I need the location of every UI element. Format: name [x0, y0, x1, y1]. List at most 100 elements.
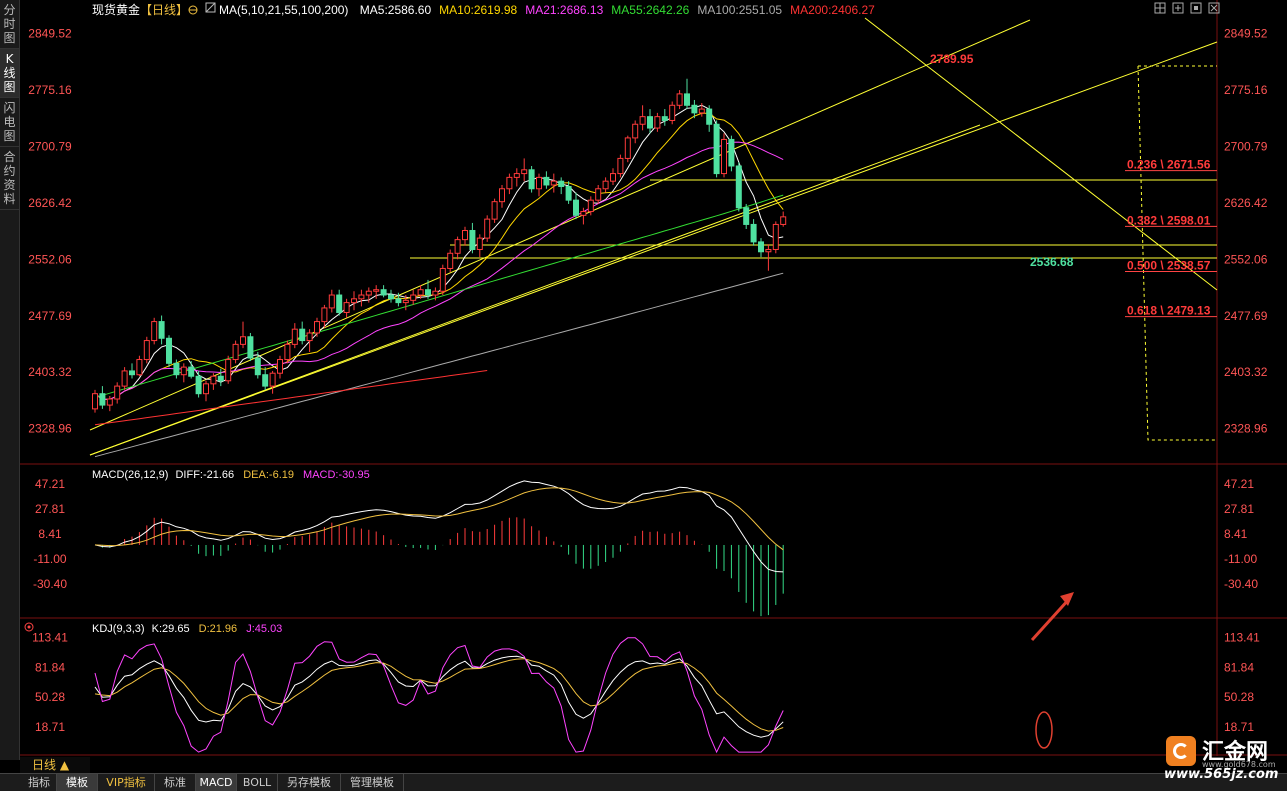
candle [676, 93, 683, 106]
candle [306, 332, 313, 342]
candle [291, 328, 298, 345]
candle [543, 176, 550, 186]
zoom-icon[interactable] [1172, 2, 1184, 14]
candle [506, 176, 513, 190]
candle [277, 359, 283, 374]
kdj-y-tick: 113.41 [1224, 631, 1260, 645]
y-tick-label-left: 2552.06 [28, 252, 72, 266]
candle [166, 337, 172, 364]
period-selector[interactable]: 日线 ▲ [20, 757, 90, 773]
candle [240, 336, 246, 345]
kdj-k-line [94, 655, 784, 738]
y-tick-label: 2849.52 [1224, 27, 1268, 41]
tab-indicators[interactable]: 指标 [22, 774, 57, 791]
candle [558, 180, 565, 187]
candle [373, 289, 380, 292]
candle [195, 375, 202, 395]
tab-vip-indicators[interactable]: VIP指标 [98, 774, 155, 791]
expand-icon[interactable] [1190, 2, 1202, 14]
candle [647, 116, 653, 129]
ma-value-2: MA21:2686.13 [525, 3, 603, 17]
y-tick-label: 2477.69 [1224, 309, 1268, 323]
macd-dea: DEA:-6.19 [243, 469, 294, 481]
candle [99, 393, 106, 406]
settings-icon[interactable] [188, 5, 198, 15]
macd-y-tick-left: 47.21 [35, 477, 65, 491]
instrument-name: 现货黄金 [92, 2, 140, 17]
candle [254, 357, 261, 376]
indicator-icon[interactable] [205, 2, 216, 13]
macd-y-tick: 27.81 [1224, 502, 1254, 516]
y-tick-label-left: 2775.16 [28, 83, 72, 97]
candle [513, 173, 520, 178]
kdj-k: K:29.65 [152, 623, 190, 635]
highlight-arrowhead [1060, 592, 1074, 606]
tab-save-template[interactable]: 另存模板 [278, 774, 341, 791]
y-tick-label-left: 2626.42 [28, 196, 72, 210]
period-tag: 【日线】 [140, 3, 188, 17]
kdj-settings-icon[interactable] [24, 622, 34, 632]
tab-macd[interactable]: MACD [196, 774, 237, 791]
kdj-y-tick-left: 18.71 [35, 720, 65, 734]
tab-minute-chart[interactable]: 分时图 [0, 0, 19, 49]
candle [129, 370, 135, 376]
candle [188, 366, 195, 377]
candle [358, 294, 365, 300]
candle [92, 393, 98, 410]
tab-standard[interactable]: 标准 [155, 774, 196, 791]
tab-candlestick-chart[interactable]: K线图 [0, 49, 19, 98]
macd-diff-line [94, 480, 784, 573]
highlight-circle [1035, 711, 1053, 749]
tab-template[interactable]: 模板 [57, 774, 98, 791]
y-tick-label-left: 2328.96 [28, 422, 72, 436]
candle [565, 185, 572, 201]
y-axis-kdj: 113.41 113.41 81.84 81.84 50.28 50.28 18.71 18.… [32, 631, 1260, 734]
macd-value: MACD:-30.95 [303, 469, 370, 481]
brand-logo: 汇金网 www.gold678.com www.565jz.com [1164, 736, 1282, 782]
candle [521, 169, 528, 175]
grid-icon[interactable] [1154, 2, 1166, 14]
tab-manage-template[interactable]: 管理模板 [341, 774, 404, 791]
fib-level-label: 0.236 \ 2671.56 [1127, 158, 1211, 172]
kdj-header: KDJ(9,3,3) K:29.65 D:21.96 J:45.03 [92, 623, 282, 635]
candle [151, 321, 158, 342]
candle [106, 398, 113, 406]
candle [395, 298, 402, 304]
candle [284, 343, 291, 361]
candle [217, 375, 224, 382]
candle [610, 173, 616, 182]
candle [706, 108, 713, 125]
logo-icon [1166, 736, 1196, 766]
candle [617, 157, 624, 175]
candle [425, 289, 431, 296]
candle [639, 116, 646, 125]
macd-header: MACD(26,12,9) DIFF:-21.66 DEA:-6.19 MACD… [92, 469, 370, 481]
candle [713, 123, 720, 175]
tab-contract-info[interactable]: 合约资料 [0, 147, 19, 210]
candle [691, 104, 698, 114]
ma-value-3: MA55:2642.26 [611, 3, 689, 17]
candle [721, 138, 727, 175]
price-chart[interactable]: 2789.95 2536.68 0.236 \ 2671.56 0.382 \ 259… [20, 0, 1287, 756]
candle [580, 211, 587, 216]
high-price-label: 2789.95 [930, 52, 974, 66]
svg-text:现货黄金【日线】: 现货黄金【日线】 [92, 2, 188, 17]
macd-y-tick: 47.21 [1224, 477, 1254, 491]
candle [462, 230, 468, 241]
tab-tick-chart[interactable]: 闪电图 [0, 98, 19, 147]
y-tick-label: 2700.79 [1224, 139, 1268, 153]
kdj-j-line [94, 637, 784, 754]
macd-y-tick-left: -30.40 [33, 577, 67, 591]
tab-boll[interactable]: BOLL [237, 774, 278, 791]
ma-value-5: MA200:2406.27 [790, 3, 875, 17]
candle [269, 372, 276, 387]
y-tick-label-left: 2700.79 [28, 139, 72, 153]
macd-y-tick: 8.41 [1224, 527, 1248, 541]
candle [410, 294, 417, 301]
ma-value-1: MA10:2619.98 [439, 3, 517, 17]
kdj-d: D:21.96 [199, 623, 238, 635]
candle [735, 165, 742, 209]
fib-level-label: 0.618 \ 2479.13 [1127, 304, 1211, 318]
candles [92, 78, 787, 413]
candle [499, 188, 505, 203]
